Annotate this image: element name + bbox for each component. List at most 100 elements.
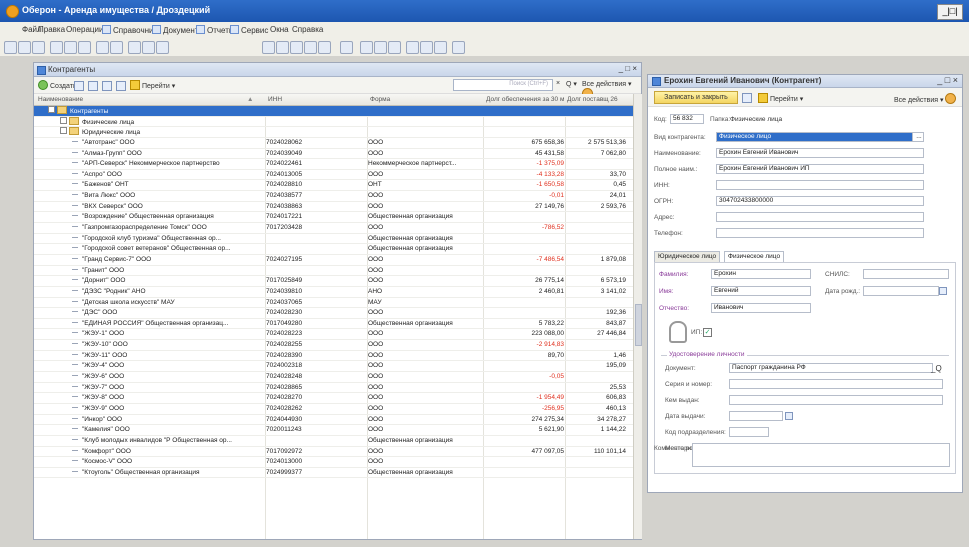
card-goto-button[interactable]: Перейти ▾ xyxy=(758,93,803,103)
card-actions-button[interactable]: Все действия ▾ xyxy=(894,93,957,104)
col-type-header[interactable]: Форма xyxy=(370,96,482,103)
tab-legal-entity[interactable]: Юридическое лицо xyxy=(654,251,721,262)
table-row[interactable]: "ДЭЗС "Родник" АНО 7024039810 АНО 2 460,81 3… xyxy=(34,287,633,298)
series-field[interactable] xyxy=(729,379,943,389)
search-input[interactable]: Поиск (Ctrl+F) xyxy=(453,79,553,91)
folder-row[interactable]: Физические лица xyxy=(34,116,633,128)
table-row[interactable]: "ЖЭУ-10" ООО 7024028255 ООО -2 914,83 xyxy=(34,340,633,351)
scrollbar-thumb[interactable] xyxy=(635,304,642,346)
table-row[interactable]: "ДЭС" ООО 7024028230 ООО 192,36 xyxy=(34,308,633,319)
table-row[interactable]: "Космос-V" ООО 7024013000 ООО xyxy=(34,457,633,468)
help-icon[interactable] xyxy=(452,41,465,54)
table-icon[interactable] xyxy=(360,41,373,54)
table-row[interactable]: "Возрождение" Общественная организация 70… xyxy=(34,212,633,224)
calc-icon[interactable] xyxy=(262,41,275,54)
ogrn-field[interactable]: 304702433800000 xyxy=(716,196,924,206)
table-row[interactable]: "Вита Люкс" ООО 7024038577 ООО -0,01 24,01 xyxy=(34,191,633,202)
address-field[interactable] xyxy=(716,212,924,222)
paste-icon[interactable] xyxy=(78,41,91,54)
search-button[interactable]: Q ▾ xyxy=(566,80,577,88)
subdivision-field[interactable] xyxy=(729,427,769,437)
comment-field[interactable] xyxy=(692,443,950,467)
table-row[interactable]: "ЖЭУ-6" ООО 7024028248 ООО -0,05 xyxy=(34,372,633,383)
add-folder-icon[interactable] xyxy=(74,81,84,91)
phone-field[interactable] xyxy=(716,228,924,238)
calendar-icon[interactable] xyxy=(276,41,289,54)
table-row[interactable]: "Городской совет ветеранов" Общественная… xyxy=(34,244,633,255)
contractors-window-controls[interactable]: _ □ × xyxy=(619,64,637,73)
folder-row[interactable]: Юридические лица xyxy=(34,127,633,138)
table-row[interactable]: "ВКХ Северск" ООО 7024038863 ООО 27 149,76 2… xyxy=(34,202,633,213)
table-row[interactable]: "ЖЭУ-9" ООО 7024028262 ООО -256,95 460,13 xyxy=(34,404,633,415)
refresh-icon[interactable] xyxy=(290,41,303,54)
info-icon[interactable] xyxy=(340,41,353,54)
expand-toggle-icon[interactable] xyxy=(60,116,67,124)
name-field[interactable]: Ерохин Евгений Иванович xyxy=(716,148,924,158)
filter-icon[interactable] xyxy=(304,41,317,54)
col-debt-header[interactable]: Долг обеспечения за 30 мая 14:00 xyxy=(486,96,564,103)
memory-icon[interactable] xyxy=(406,41,419,54)
menu-operations[interactable]: Операции xyxy=(66,25,103,34)
kind-select-button[interactable]: ... xyxy=(912,132,924,142)
table-row[interactable]: "Аспро" ООО 7024013005 ООО -4 133,28 33,70 xyxy=(34,170,633,181)
new-icon[interactable] xyxy=(4,41,17,54)
table-scrollbar[interactable] xyxy=(633,94,642,539)
menu-reports[interactable]: Отчеты xyxy=(196,25,235,35)
doc-field[interactable]: Паспорт гражданина РФ xyxy=(729,363,933,373)
col-inn-header[interactable]: ИНН xyxy=(268,96,366,103)
inn-field[interactable] xyxy=(716,180,924,190)
menu-service[interactable]: Сервис xyxy=(230,25,268,35)
edit-icon[interactable] xyxy=(102,81,112,91)
table-row[interactable]: "Ктоуголь" Общественная организация 70249… xyxy=(34,468,633,479)
copy-item-icon[interactable] xyxy=(88,81,98,91)
table-row[interactable]: "ЖЭУ-7" ООО 7024028865 ООО 25,53 xyxy=(34,383,633,394)
doc-search-icon[interactable]: _Q xyxy=(931,364,942,373)
patronymic-field[interactable]: Иванович xyxy=(711,303,811,313)
preview-icon[interactable] xyxy=(110,41,123,54)
folder-row[interactable]: Контрагенты xyxy=(34,106,633,117)
fullname-field[interactable]: Ерохин Евгений Иванович ИП xyxy=(716,164,924,174)
ip-checkbox[interactable]: ✓ xyxy=(703,328,712,337)
calendar-icon[interactable] xyxy=(785,412,793,420)
copy-icon[interactable] xyxy=(64,41,77,54)
kind-field[interactable]: Физическое лицо xyxy=(716,132,914,142)
firstname-field[interactable]: Евгений xyxy=(711,286,811,296)
memory-plus-icon[interactable] xyxy=(420,41,433,54)
table-row[interactable]: "Детская школа искусств" МАУ 7024037065 МА… xyxy=(34,298,633,309)
card-window-controls[interactable]: _ □ × xyxy=(937,75,958,85)
col-dur-header[interactable]: Долг поставщ 26 xyxy=(567,96,625,103)
grid-icon[interactable] xyxy=(374,41,387,54)
save-and-close-button[interactable]: Записать и закрыть xyxy=(654,91,738,104)
table-row[interactable]: "Дорнит" ООО 7017025849 ООО 26 775,14 6 573,… xyxy=(34,276,633,287)
issued-by-field[interactable] xyxy=(729,395,943,405)
table-row[interactable]: "Баженов" ОНТ 7024028810 ОНТ -1 650,58 0,45 xyxy=(34,180,633,192)
redo-icon[interactable] xyxy=(142,41,155,54)
goto-button[interactable]: Перейти ▾ xyxy=(130,80,175,90)
table-row[interactable]: "Клуб молодых инвалидов "Р Общественная … xyxy=(34,436,633,447)
menu-windows[interactable]: Окна xyxy=(270,25,289,34)
table-row[interactable]: "Автотранс" ООО 7024028062 ООО 675 658,36 2 … xyxy=(34,138,633,149)
menu-edit[interactable]: Правка xyxy=(38,25,65,34)
expand-toggle-icon[interactable] xyxy=(60,127,67,135)
col-name-header[interactable]: Наименование xyxy=(38,96,258,103)
tab-individual[interactable]: Физическое лицо xyxy=(724,251,785,262)
table-row[interactable]: "Гранд Сервис-7" ООО 7024027195 ООО -7 486,… xyxy=(34,255,633,266)
chart-icon[interactable] xyxy=(388,41,401,54)
table-row[interactable]: "Инкор" ООО 7024044930 ООО 274 275,34 34 278… xyxy=(34,415,633,426)
code-field[interactable]: 56 832 xyxy=(670,114,704,124)
issue-date-field[interactable] xyxy=(729,411,783,421)
find-icon[interactable] xyxy=(156,41,169,54)
table-row[interactable]: "ЖЭУ-8" ООО 7024028270 ООО -1 954,49 606,83 xyxy=(34,393,633,404)
table-row[interactable]: "АРП-Северск" Некоммерческое партнерство… xyxy=(34,159,633,170)
create-button[interactable]: Создать xyxy=(38,80,77,90)
menu-help[interactable]: Справка xyxy=(292,25,323,34)
zoom-icon[interactable] xyxy=(318,41,331,54)
table-row[interactable]: "ЖЭУ-4" ООО 7024002318 ООО 195,09 xyxy=(34,361,633,373)
snils-field[interactable] xyxy=(863,269,949,279)
table-row[interactable]: "ЕДИНАЯ РОССИЯ" Общественная организац..… xyxy=(34,319,633,330)
print-icon[interactable] xyxy=(96,41,109,54)
surname-field[interactable]: Ерохин xyxy=(711,269,811,279)
cut-icon[interactable] xyxy=(50,41,63,54)
save-icon[interactable] xyxy=(742,93,752,103)
window-controls[interactable]: _|□| xyxy=(937,4,963,20)
